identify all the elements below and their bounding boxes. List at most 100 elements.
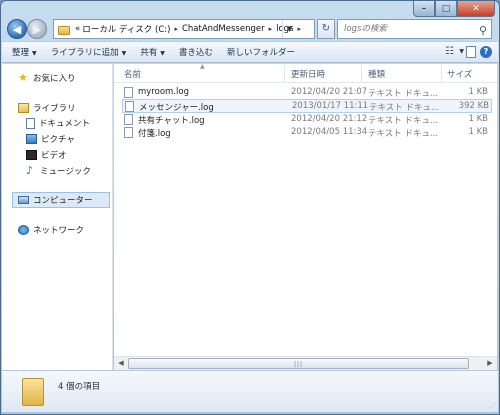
video-icon — [26, 150, 37, 160]
address-dropdown-icon[interactable]: ▼ — [282, 20, 296, 38]
file-row[interactable]: myroom.log 2012/04/20 21:07 テキスト ドキュ... … — [122, 86, 492, 100]
include-in-library-button[interactable]: ライブラリに追加 ▼ — [51, 46, 127, 58]
log-file-icon — [124, 127, 133, 138]
breadcrumb-separator[interactable]: ▸ — [174, 25, 178, 33]
search-placeholder: logsの検索 — [344, 24, 387, 34]
scrollbar-thumb[interactable]: ||| — [128, 358, 469, 369]
log-file-icon — [125, 101, 134, 112]
nav-pictures[interactable]: ピクチャ — [26, 133, 75, 145]
burn-button[interactable]: 書き込む — [179, 46, 213, 58]
file-row[interactable]: 共有チャット.log 2012/04/20 21:12 テキスト ドキュ... … — [122, 113, 492, 127]
search-input[interactable]: logsの検索 ⚲ — [337, 19, 492, 39]
document-icon — [26, 117, 35, 129]
file-date: 2012/04/20 21:07 — [291, 87, 368, 97]
nav-music[interactable]: ♪ ミュージック — [26, 164, 91, 177]
include-in-library-label: ライブラリに追加 — [50, 48, 119, 58]
forward-button[interactable]: ▶ — [27, 19, 47, 39]
breadcrumb-separator[interactable]: ▸ — [269, 25, 273, 33]
column-divider[interactable] — [361, 65, 362, 82]
file-type: テキスト ドキュ... — [368, 116, 438, 126]
folder-icon — [22, 378, 44, 406]
refresh-icon: ↻ — [321, 23, 331, 34]
breadcrumb-overflow[interactable]: « — [75, 24, 80, 34]
sort-ascending-icon: ▲ — [200, 63, 205, 70]
address-bar[interactable]: « ローカル ディスク (C:) ▸ ChatAndMessenger ▸ lo… — [53, 19, 315, 39]
address-row: ◀ ▶ « ローカル ディスク (C:) ▸ ChatAndMessenger … — [1, 1, 499, 39]
breadcrumb-chatandmessenger[interactable]: ChatAndMessenger — [182, 24, 265, 34]
navigation-pane: ★ お気に入り ライブラリ ドキュメント ピクチャ ビデオ ♪ ミュージック コ… — [2, 64, 113, 370]
item-count: 4 個の項目 — [58, 382, 101, 392]
chevron-down-icon[interactable]: ▼ — [459, 48, 464, 55]
file-size: 1 KB — [468, 127, 488, 137]
nav-libraries[interactable]: ライブラリ — [18, 102, 76, 114]
column-headers: ▲ 名前 更新日時 種類 サイズ — [114, 63, 497, 83]
preview-pane-icon[interactable] — [466, 46, 476, 58]
organize-button[interactable]: 整理 ▼ — [12, 46, 37, 58]
file-name: 付箋.log — [138, 129, 171, 139]
computer-icon — [18, 196, 29, 204]
resize-grip-icon[interactable]: ⋰ — [489, 402, 496, 410]
music-icon: ♪ — [26, 164, 34, 177]
nav-network-label: ネットワーク — [33, 226, 85, 236]
view-options-icon[interactable]: ☷ — [445, 46, 454, 57]
nav-videos[interactable]: ビデオ — [26, 149, 67, 161]
nav-computer-label: コンピューター — [33, 196, 93, 206]
file-date: 2013/01/17 11:11 — [292, 101, 369, 111]
command-bar: 整理 ▼ ライブラリに追加 ▼ 共有 ▼ 書き込む 新しいフォルダー ☷ ▼ ? — [2, 41, 498, 63]
file-name: myroom.log — [138, 87, 189, 97]
file-date: 2012/04/05 11:34 — [291, 127, 368, 137]
horizontal-scrollbar[interactable]: ◀ ||| ▶ — [114, 356, 497, 370]
share-button[interactable]: 共有 ▼ — [140, 46, 165, 58]
column-divider[interactable] — [284, 65, 285, 82]
nav-pictures-label: ピクチャ — [41, 135, 75, 145]
nav-libraries-label: ライブラリ — [33, 104, 76, 114]
forward-arrow-icon: ▶ — [32, 22, 42, 36]
library-icon — [18, 103, 29, 113]
file-type: テキスト ドキュ... — [368, 129, 438, 139]
chevron-down-icon: ▼ — [160, 50, 165, 57]
file-date: 2012/04/20 21:12 — [291, 114, 368, 124]
star-icon: ★ — [18, 71, 28, 84]
network-icon — [18, 225, 29, 235]
column-header-name[interactable]: 名前 — [124, 68, 141, 80]
breadcrumb-local-disk[interactable]: ローカル ディスク (C:) — [82, 23, 170, 35]
back-button[interactable]: ◀ — [7, 19, 27, 39]
nav-videos-label: ビデオ — [41, 151, 67, 161]
chevron-down-icon: ▼ — [32, 50, 37, 57]
file-row[interactable]: メッセンジャー.log 2013/01/17 11:11 テキスト ドキュ...… — [122, 99, 492, 113]
refresh-button[interactable]: ↻ — [317, 19, 335, 39]
file-size: 392 KB — [458, 101, 489, 111]
share-label: 共有 — [140, 48, 158, 58]
file-type: テキスト ドキュ... — [368, 89, 438, 99]
column-header-size[interactable]: サイズ — [447, 68, 472, 80]
file-type: テキスト ドキュ... — [369, 103, 439, 113]
column-divider[interactable] — [441, 65, 442, 82]
help-icon[interactable]: ? — [480, 46, 492, 58]
file-list: ▲ 名前 更新日時 種類 サイズ myroom.log 2012/04/20 2… — [114, 63, 497, 370]
breadcrumb-separator[interactable]: ▸ — [298, 25, 302, 33]
file-name: 共有チャット.log — [138, 116, 205, 126]
nav-favorites[interactable]: ★ お気に入り — [18, 71, 76, 84]
nav-computer[interactable]: コンピューター — [18, 194, 93, 206]
nav-network[interactable]: ネットワーク — [18, 224, 84, 236]
log-file-icon — [124, 114, 133, 125]
search-icon[interactable]: ⚲ — [479, 22, 487, 40]
column-header-type[interactable]: 種類 — [368, 68, 385, 80]
file-row[interactable]: 付箋.log 2012/04/05 11:34 テキスト ドキュ... 1 KB — [122, 126, 492, 140]
file-size: 1 KB — [468, 114, 488, 124]
scroll-right-icon[interactable]: ▶ — [483, 357, 497, 370]
scroll-left-icon[interactable]: ◀ — [114, 357, 128, 370]
nav-documents[interactable]: ドキュメント — [26, 117, 90, 129]
column-header-date[interactable]: 更新日時 — [291, 68, 325, 80]
grip-icon: ||| — [294, 361, 304, 368]
new-folder-button[interactable]: 新しいフォルダー — [227, 46, 295, 58]
nav-music-label: ミュージック — [40, 166, 91, 177]
explorer-window: – □ ✕ ◀ ▶ « ローカル ディスク (C:) ▸ ChatAndMess… — [0, 0, 500, 415]
chevron-down-icon: ▼ — [121, 50, 127, 57]
pictures-icon — [26, 134, 37, 144]
nav-favorites-label: お気に入り — [33, 73, 76, 84]
file-size: 1 KB — [468, 87, 488, 97]
organize-label: 整理 — [12, 48, 30, 58]
log-file-icon — [124, 87, 133, 98]
folder-icon — [58, 25, 70, 35]
